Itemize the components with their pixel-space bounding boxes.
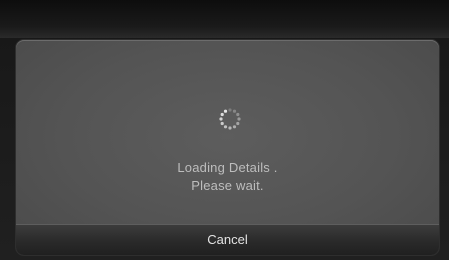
spinner-dot bbox=[223, 125, 228, 129]
top-bar bbox=[0, 0, 449, 38]
loading-spinner-icon bbox=[219, 108, 241, 130]
loading-dialog: Loading Details . Please wait. Cancel bbox=[16, 40, 439, 255]
spinner-dot bbox=[220, 112, 224, 117]
spinner-dot bbox=[232, 109, 237, 113]
spinner-dot bbox=[228, 126, 232, 130]
cancel-button[interactable]: Cancel bbox=[16, 224, 439, 255]
screen: Loading Details . Please wait. Cancel bbox=[0, 0, 449, 260]
spinner-dot bbox=[223, 109, 228, 113]
loading-message: Loading Details . bbox=[177, 160, 278, 175]
spinner-dot bbox=[232, 125, 237, 129]
spinner-dot bbox=[220, 121, 224, 126]
wait-message: Please wait. bbox=[191, 178, 264, 193]
spinner-dot bbox=[236, 112, 240, 117]
spinner-dot bbox=[228, 108, 232, 112]
spinner-dot bbox=[237, 117, 241, 121]
spinner-dot bbox=[236, 121, 240, 126]
spinner-dot bbox=[219, 117, 223, 121]
